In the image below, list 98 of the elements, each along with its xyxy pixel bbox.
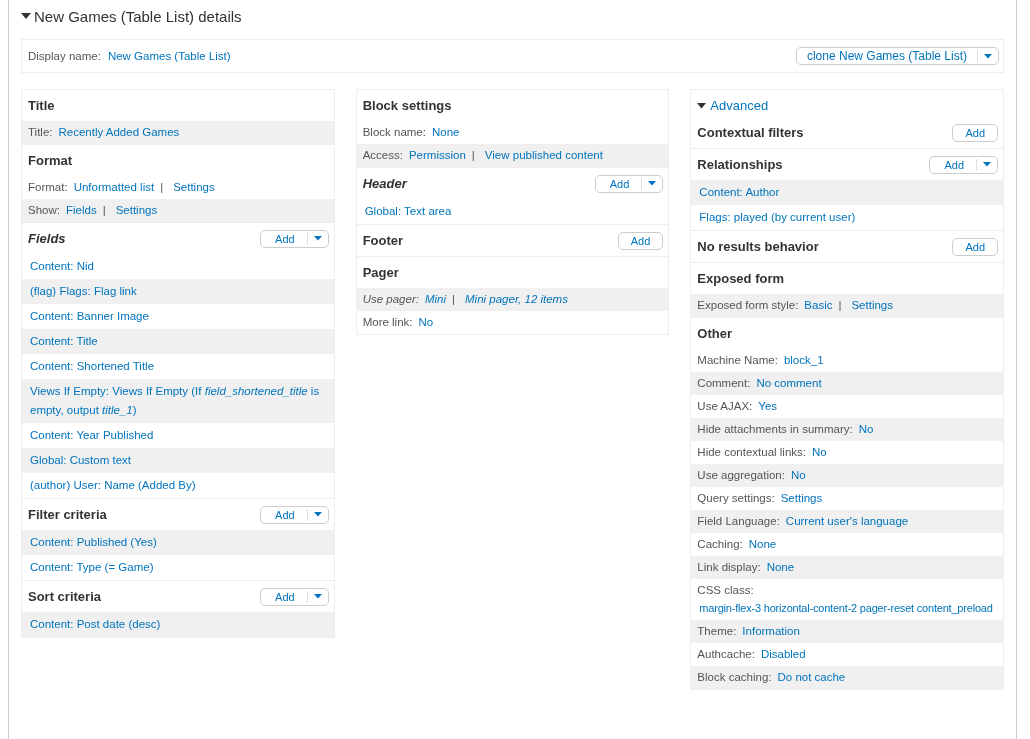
section-heading: Filter criteria [28,507,107,522]
setting-label: Hide contextual links: [697,446,806,459]
clone-button[interactable]: clone New Games (Table List) [796,48,977,64]
separator: | [471,149,475,162]
setting-label: Block caching: [697,671,772,684]
separator: | [102,204,106,217]
setting-link[interactable]: No [790,469,806,482]
display-name-label: Display name: [28,50,101,62]
setting-link[interactable]: Mini pager, 12 items [465,293,568,306]
section-heading: Sort criteria [28,589,101,604]
separator: | [452,293,456,306]
section-heading: Relationships [697,157,783,172]
section-heading: Title [28,98,55,113]
setting-link[interactable]: Recently Added Games [58,126,180,139]
setting-link[interactable]: Fields [65,204,97,217]
display-name-link[interactable]: New Games (Table List) [107,50,231,62]
add-button[interactable]: Add [261,230,307,247]
setting-link[interactable]: Information [742,625,800,638]
add-button[interactable]: Add [595,175,642,192]
setting-label: Format: [28,181,68,194]
caret-icon [313,512,322,517]
setting-link[interactable]: No [858,423,874,436]
setting-link[interactable]: block_1 [783,354,824,367]
setting-link[interactable]: None [766,561,795,574]
setting-label: Access: [362,149,403,162]
setting-label: Authcache: [697,648,755,661]
caret-icon [313,594,322,599]
setting-link[interactable]: Do not cache [777,671,846,684]
separator: | [160,181,164,194]
add-button[interactable]: Add [261,506,307,523]
add-button[interactable]: Add [930,156,976,173]
setting-link[interactable]: Settings [851,299,893,312]
caret-icon [983,162,991,167]
item-link[interactable]: Content: Year Published [28,426,154,445]
setting-link[interactable]: Permission [408,149,466,162]
item-link[interactable]: Content: Banner Image [28,307,149,326]
collapse-icon[interactable] [21,12,31,20]
setting-link[interactable]: Current user's language [785,515,909,528]
setting-label: More link: [362,316,413,329]
section-heading: Fields [28,231,66,246]
add-button[interactable]: Add [618,232,663,249]
item-link[interactable]: Content: Nid [28,257,94,276]
section-heading: No results behavior [697,239,819,254]
setting-label: Theme: [697,625,737,638]
setting-label: Use AJAX: [697,400,753,413]
add-button[interactable]: Add [953,124,997,141]
setting-link[interactable]: Settings [173,181,215,194]
add-button[interactable]: Add [261,588,307,605]
setting-label: Use pager: [362,293,419,306]
item-link[interactable]: Content: Shortened Title [28,357,155,376]
setting-label: Query settings: [697,492,775,505]
setting-label: Show: [28,204,60,217]
setting-link[interactable]: Settings [115,204,158,217]
setting-label: Hide attachments in summary: [697,423,853,436]
item-link[interactable]: (author) User: Name (Added By) [28,476,196,495]
setting-link[interactable]: No [418,316,434,329]
setting-label: Title: [28,126,53,139]
setting-label: Block name: [362,126,426,139]
setting-label: Exposed form style: [697,299,799,312]
add-button[interactable]: Add [953,238,997,255]
setting-label: Link display: [697,561,761,574]
setting-link[interactable]: Mini [424,293,447,306]
setting-link[interactable]: None [748,538,777,551]
setting-label: Comment: [697,377,751,390]
setting-link[interactable]: Disabled [760,648,806,661]
setting-link[interactable]: Basic [804,299,833,312]
section-heading: Other [697,326,732,341]
item-link[interactable]: Global: Text area [362,202,452,221]
setting-link[interactable]: View published content [484,149,603,162]
section-heading: Header [362,176,407,191]
caret-icon [648,181,657,186]
setting-link[interactable]: Yes [758,400,778,413]
item-link[interactable]: Content: Title [28,332,98,351]
advanced-link[interactable]: Advanced [710,98,769,113]
setting-label: Use aggregation: [697,469,785,482]
item-link[interactable]: Flags: played (by current user) [697,208,856,227]
setting-link[interactable]: None [431,126,460,139]
section-heading: Contextual filters [697,125,804,140]
setting-label: Field Language: [697,515,780,528]
section-heading: Pager [362,265,399,280]
setting-link[interactable]: No [812,446,827,459]
section-heading: Exposed form [697,271,785,286]
setting-link[interactable]: Settings [780,492,823,505]
setting-label: CSS class: [697,584,754,597]
setting-label: Caching: [697,538,743,551]
section-heading: Footer [362,233,404,248]
setting-label: Machine Name: [697,354,778,367]
section-heading: Format [28,153,73,168]
collapse-icon[interactable] [697,102,707,109]
setting-link[interactable]: Unformatted list [73,181,155,194]
caret-icon [313,236,322,241]
setting-link[interactable]: No comment [756,377,822,390]
separator: | [838,299,842,312]
setting-link[interactable]: margin-flex-3 horizontal-content-2 pager-reset content_preload [697,602,993,615]
item-link[interactable]: Content: Type (= Game) [28,558,154,577]
section-heading: Block settings [362,98,452,113]
details-title[interactable]: New Games (Table List) details [34,7,242,25]
caret-icon [984,53,992,59]
